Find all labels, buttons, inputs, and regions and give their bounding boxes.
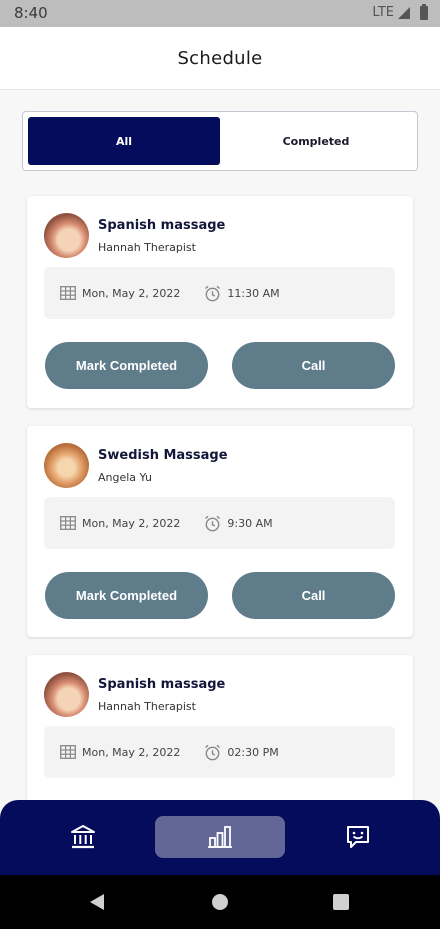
alarm-clock-icon [205,285,221,301]
call-button[interactable]: Call [232,342,395,389]
status-indicators: LTE [372,3,428,20]
alarm-clock-icon [205,744,221,760]
home-icon[interactable] [211,893,229,911]
mark-completed-button[interactable]: Mark Completed [45,572,208,619]
appointment-time: 11:30 AM [227,286,280,300]
therapist-avatar [44,443,89,488]
therapist-avatar [44,672,89,717]
appointment-time: 9:30 AM [227,516,273,530]
signal-icon [398,6,410,19]
mark-completed-button[interactable]: Mark Completed [45,342,208,389]
therapist-name: Angela Yu [98,470,152,484]
appointment-date: Mon, May 2, 2022 [82,745,181,759]
tab-all[interactable]: All [28,117,220,165]
chat-smile-icon [347,826,369,848]
page-title: Schedule [177,47,263,69]
bank-icon [71,825,95,849]
appointment-date: Mon, May 2, 2022 [82,516,181,530]
calendar-icon [60,286,76,300]
filter-tabs: All Completed [22,111,418,171]
appointment-info: Mon, May 2, 2022 9:30 AM [44,497,395,549]
battery-icon [420,3,428,20]
appointment-card: Swedish Massage Angela Yu Mon, May 2, 20… [27,426,413,637]
calendar-icon [60,516,76,530]
appointment-info: Mon, May 2, 2022 02:30 PM [44,726,395,778]
bottom-nav [0,800,440,875]
appointment-date: Mon, May 2, 2022 [82,286,181,300]
recents-icon[interactable] [332,893,350,911]
back-icon[interactable] [88,893,106,911]
nav-home[interactable] [58,816,108,858]
appointment-header: Spanish massage Hannah Therapist [44,672,225,717]
appointment-time: 02:30 PM [227,745,279,759]
therapist-name: Hannah Therapist [98,240,196,254]
system-nav-bar [0,875,440,929]
appointment-header: Spanish massage Hannah Therapist [44,213,225,258]
bar-chart-icon [208,826,232,848]
service-name: Spanish massage [98,217,226,233]
nav-messages[interactable] [333,816,383,858]
appointment-header: Swedish Massage Angela Yu [44,443,228,488]
service-name: Spanish massage [98,676,226,692]
status-bar: 8:40 LTE [0,0,440,27]
tab-completed[interactable]: Completed [220,117,412,165]
network-label: LTE [372,5,394,20]
call-button[interactable]: Call [232,572,395,619]
therapist-name: Hannah Therapist [98,699,196,713]
nav-schedule[interactable] [155,816,285,858]
app-header: Schedule [0,27,440,90]
alarm-clock-icon [205,515,221,531]
calendar-icon [60,745,76,759]
appointment-info: Mon, May 2, 2022 11:30 AM [44,267,395,319]
therapist-avatar [44,213,89,258]
appointment-card: Spanish massage Hannah Therapist Mon, Ma… [27,196,413,408]
service-name: Swedish Massage [98,447,228,463]
status-time: 8:40 [14,4,48,22]
